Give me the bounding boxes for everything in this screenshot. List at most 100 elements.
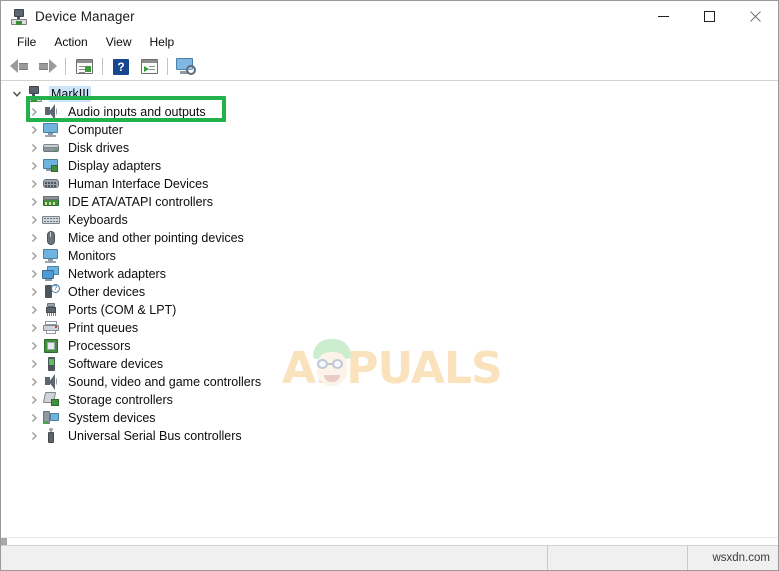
tree-item-ide-ata-atapi-controllers[interactable]: IDE ATA/ATAPI controllers <box>1 193 778 211</box>
tree-item-processors[interactable]: Processors <box>1 337 778 355</box>
computer-monitor-icon <box>42 122 60 138</box>
chevron-right-icon[interactable] <box>26 158 42 174</box>
chevron-right-icon[interactable] <box>26 194 42 210</box>
tree-item-label: Computer <box>68 123 123 137</box>
tree-item-other-devices[interactable]: ? Other devices <box>1 283 778 301</box>
horizontal-scrollbar[interactable] <box>1 537 778 545</box>
maximize-button[interactable] <box>686 1 732 32</box>
tree-item-disk-drives[interactable]: Disk drives <box>1 139 778 157</box>
processor-icon <box>42 338 60 354</box>
horizontal-scrollbar-thumb[interactable] <box>1 538 7 545</box>
usb-icon <box>42 428 60 444</box>
menu-view[interactable]: View <box>97 33 141 52</box>
tree-item-audio-inputs-and-outputs[interactable]: Audio inputs and outputs <box>1 103 778 121</box>
tree-item-universal-serial-bus-controllers[interactable]: Universal Serial Bus controllers <box>1 427 778 445</box>
chevron-right-icon[interactable] <box>26 230 42 246</box>
chevron-right-icon[interactable] <box>26 266 42 282</box>
tree-item-label: Universal Serial Bus controllers <box>68 429 242 443</box>
chevron-right-icon[interactable] <box>26 374 42 390</box>
network-adapter-icon <box>42 266 60 282</box>
tree-item-label: Monitors <box>68 249 116 263</box>
menu-help[interactable]: Help <box>141 33 184 52</box>
menu-action[interactable]: Action <box>45 33 96 52</box>
unknown-device-icon: ? <box>42 284 60 300</box>
menu-bar: File Action View Help <box>1 32 778 53</box>
tree-item-label: Other devices <box>68 285 146 299</box>
tree-item-software-devices[interactable]: Software devices <box>1 355 778 373</box>
keyboard-icon <box>42 212 60 228</box>
tree-item-human-interface-devices[interactable]: Human Interface Devices <box>1 175 778 193</box>
tree-item-network-adapters[interactable]: Network adapters <box>1 265 778 283</box>
computer-icon <box>25 86 43 102</box>
tree-item-label: System devices <box>68 411 156 425</box>
update-driver-button[interactable] <box>135 55 163 79</box>
window-controls <box>640 1 778 32</box>
chevron-right-icon[interactable] <box>26 302 42 318</box>
chevron-right-icon[interactable] <box>26 176 42 192</box>
tree-root-markiii[interactable]: MarkIII <box>1 85 778 103</box>
toolbar-separator-2 <box>102 58 103 75</box>
close-button[interactable] <box>732 1 778 32</box>
device-tree[interactable]: MarkIII Audio inputs and outputs Compute… <box>1 81 778 445</box>
tree-item-label: Ports (COM & LPT) <box>68 303 177 317</box>
speaker-icon <box>42 104 60 120</box>
tree-root-label: MarkIII <box>49 86 92 102</box>
chevron-right-icon[interactable] <box>26 284 42 300</box>
tree-item-label: Software devices <box>68 357 164 371</box>
status-message <box>1 546 548 570</box>
device-manager-window: Device Manager File Action View Help ? A… <box>0 0 779 571</box>
tree-item-label: IDE ATA/ATAPI controllers <box>68 195 213 209</box>
software-device-icon <box>42 356 60 372</box>
chevron-right-icon[interactable] <box>26 428 42 444</box>
chevron-right-icon[interactable] <box>26 338 42 354</box>
tree-item-label: Print queues <box>68 321 139 335</box>
minimize-button[interactable] <box>640 1 686 32</box>
tree-item-label: Storage controllers <box>68 393 173 407</box>
tree-item-monitors[interactable]: Monitors <box>1 247 778 265</box>
forward-arrow-icon <box>38 59 57 74</box>
help-button[interactable]: ? <box>107 55 135 79</box>
properties-button[interactable] <box>70 55 98 79</box>
chevron-right-icon[interactable] <box>26 320 42 336</box>
tree-item-label: Disk drives <box>68 141 130 155</box>
tree-item-ports-com-lpt[interactable]: Ports (COM & LPT) <box>1 301 778 319</box>
chevron-right-icon[interactable] <box>26 140 42 156</box>
tree-item-label: Mice and other pointing devices <box>68 231 244 245</box>
speaker-icon <box>42 374 60 390</box>
chevron-right-icon[interactable] <box>26 356 42 372</box>
status-bar: wsxdn.com <box>1 545 778 570</box>
tree-item-system-devices[interactable]: System devices <box>1 409 778 427</box>
chevron-right-icon[interactable] <box>26 392 42 408</box>
chevron-right-icon[interactable] <box>26 212 42 228</box>
chevron-right-icon[interactable] <box>26 248 42 264</box>
monitor-icon <box>42 248 60 264</box>
chevron-down-icon[interactable] <box>9 86 25 102</box>
tree-item-computer[interactable]: Computer <box>1 121 778 139</box>
tree-item-mice-and-other-pointing-devices[interactable]: Mice and other pointing devices <box>1 229 778 247</box>
properties-icon <box>75 59 93 74</box>
menu-file[interactable]: File <box>8 33 45 52</box>
chevron-right-icon[interactable] <box>26 104 42 120</box>
forward-button[interactable] <box>33 55 61 79</box>
hid-icon <box>42 176 60 192</box>
tree-item-label: Network adapters <box>68 267 166 281</box>
tree-item-sound-video-and-game-controllers[interactable]: Sound, video and game controllers <box>1 373 778 391</box>
chevron-right-icon[interactable] <box>26 410 42 426</box>
window-title: Device Manager <box>35 9 135 24</box>
tree-item-print-queues[interactable]: Print queues <box>1 319 778 337</box>
scan-hardware-changes-button[interactable] <box>172 55 200 79</box>
chevron-right-icon[interactable] <box>26 122 42 138</box>
tree-item-label: Audio inputs and outputs <box>68 105 206 119</box>
tree-item-keyboards[interactable]: Keyboards <box>1 211 778 229</box>
status-pane-mid <box>548 546 688 570</box>
back-button[interactable] <box>5 55 33 79</box>
tree-item-storage-controllers[interactable]: Storage controllers <box>1 391 778 409</box>
printer-icon <box>42 320 60 336</box>
update-driver-icon <box>140 59 158 74</box>
device-tree-panel[interactable]: APPUALS MarkIII Audio inputs and outputs… <box>1 81 778 545</box>
back-arrow-icon <box>9 59 29 74</box>
tree-item-display-adapters[interactable]: Display adapters <box>1 157 778 175</box>
mouse-icon <box>42 230 60 246</box>
status-source: wsxdn.com <box>712 552 770 564</box>
tree-item-label: Sound, video and game controllers <box>68 375 262 389</box>
